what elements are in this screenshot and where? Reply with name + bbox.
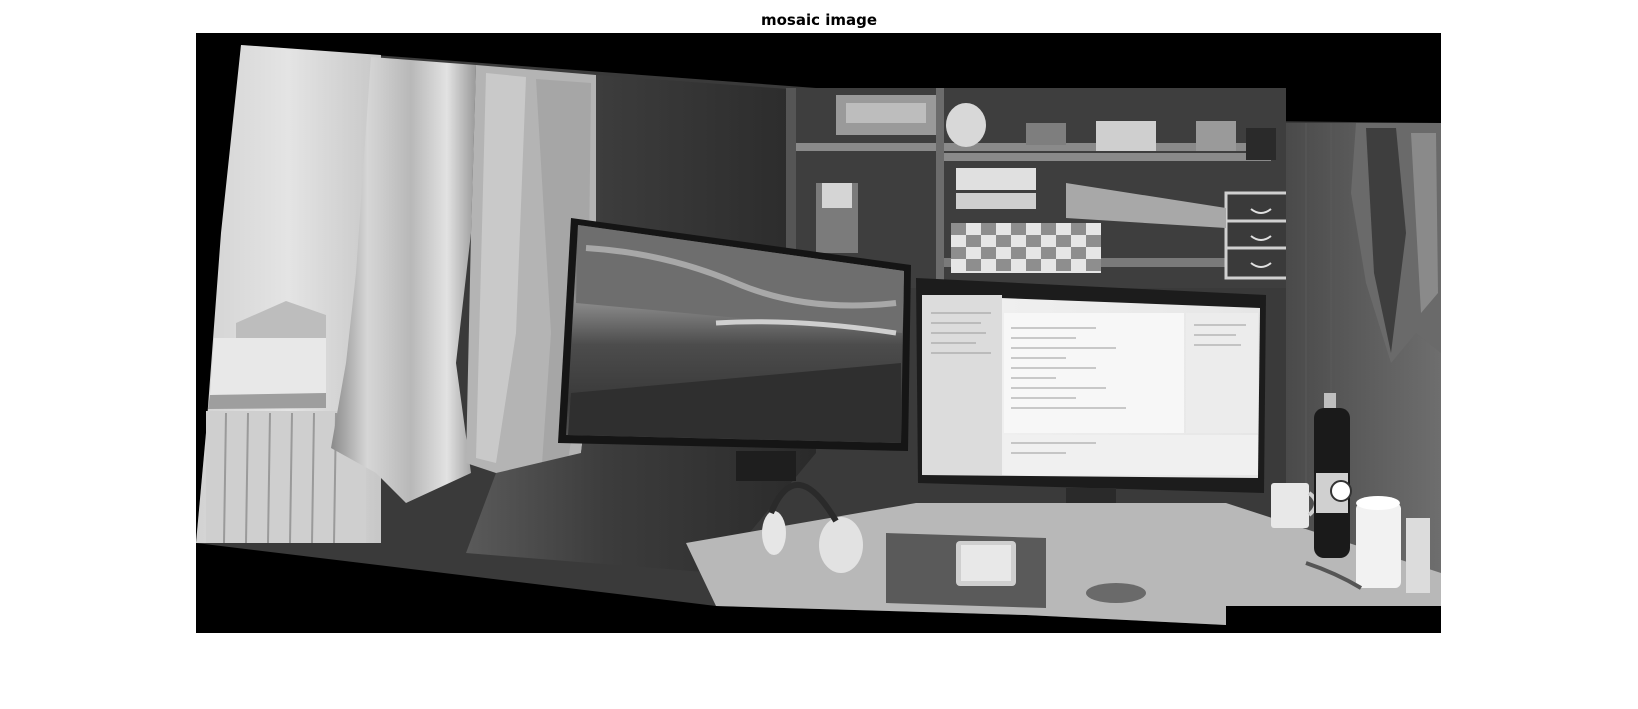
right-monitor	[916, 278, 1266, 508]
mosaic-image-axes	[196, 33, 1441, 633]
figure-title: mosaic image	[760, 11, 878, 29]
paper-roll	[1356, 496, 1401, 588]
bottle	[1314, 393, 1352, 558]
checkered-box	[951, 223, 1101, 273]
mosaic-image	[196, 45, 1441, 625]
